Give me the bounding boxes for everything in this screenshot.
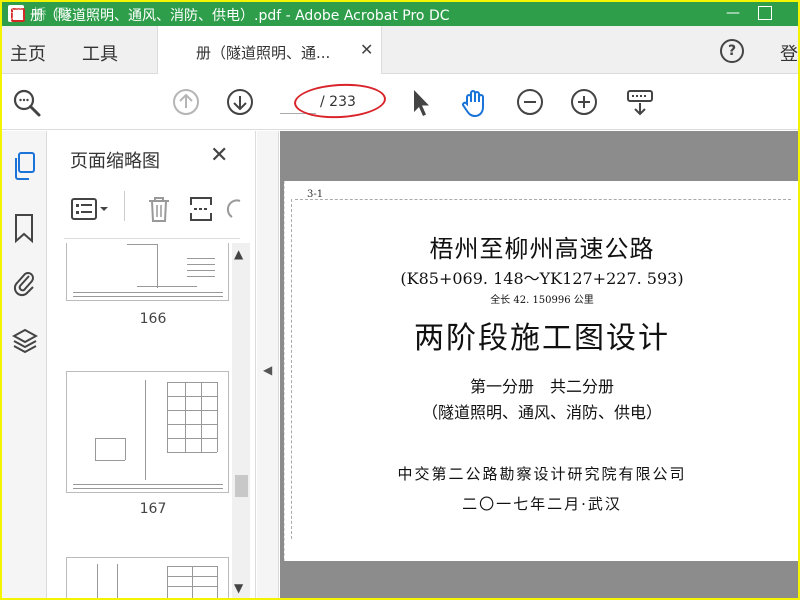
- main-title: 两阶段施工图设计: [414, 321, 670, 356]
- thumbnail-options-icon[interactable]: [70, 197, 110, 225]
- select-arrow-icon[interactable]: [410, 88, 432, 122]
- page-thumbnails-panel: 页面缩略图 ✕ 166 167 ▲ ▼: [48, 131, 256, 598]
- tab-document[interactable]: 册（隧道照明、通... ✕: [157, 26, 382, 74]
- volume-subtitle: （隧道照明、通风、消防、供电）: [421, 403, 662, 422]
- thumbnail-toolbar: [64, 185, 242, 239]
- chevron-up-icon[interactable]: ▲: [234, 247, 243, 261]
- page-border-top: [295, 199, 791, 200]
- publication-date: 二〇一七年二月·武汉: [462, 495, 622, 513]
- document-tab-label: 册（隧道照明、通...: [196, 44, 331, 62]
- menu-tab-bar: 主页 工具 册（隧道照明、通... ✕ ? 登: [2, 26, 798, 74]
- help-icon[interactable]: ?: [720, 39, 744, 63]
- maximize-button[interactable]: [758, 6, 772, 20]
- total-length: 全长 42. 150996 公里: [490, 295, 594, 306]
- bookmark-icon[interactable]: [12, 213, 36, 247]
- chevron-down-icon[interactable]: ▼: [234, 581, 243, 595]
- zoom-out-icon[interactable]: [516, 88, 544, 120]
- window-title: 册（隧道照明、通风、消防、供电）.pdf - Adobe Acrobat Pro…: [30, 8, 450, 24]
- minimize-button[interactable]: —: [724, 4, 742, 22]
- main-toolbar: / 233: [2, 74, 798, 130]
- tab-tools[interactable]: 工具: [82, 40, 118, 66]
- thumbnail-page-168[interactable]: [66, 557, 229, 598]
- scrollbar-thumb[interactable]: [235, 475, 248, 497]
- keyboard-scroll-icon[interactable]: [626, 88, 654, 122]
- thumbnail-page-166[interactable]: [66, 243, 229, 301]
- hand-tool-icon[interactable]: [460, 88, 490, 122]
- thumbnail-page-label: 166: [139, 311, 167, 327]
- pages-icon[interactable]: [12, 151, 38, 185]
- collapse-arrow-icon[interactable]: ◀: [263, 363, 272, 377]
- document-view[interactable]: 3-1 梧州至柳州高速公路 (K85+069. 148～YK127+227. 5…: [280, 131, 798, 598]
- thumbnail-scrollbar[interactable]: ▲ ▼: [232, 243, 250, 598]
- panel-collapse-handle[interactable]: ◀: [257, 131, 279, 598]
- insert-page-icon[interactable]: [188, 195, 214, 227]
- left-navigation-rail: [2, 131, 47, 598]
- tab-home[interactable]: 主页: [10, 40, 46, 66]
- close-icon[interactable]: ✕: [210, 143, 228, 168]
- title-bar: 道 桥 网 册（隧道照明、通风、消防、供电）.pdf - Adobe Acrob…: [2, 2, 798, 26]
- delete-icon[interactable]: [146, 195, 172, 227]
- project-title: 梧州至柳州高速公路: [429, 235, 655, 263]
- search-icon[interactable]: [12, 88, 42, 122]
- thumbnail-page-label: 167: [139, 501, 167, 517]
- page-down-icon[interactable]: [226, 88, 254, 120]
- close-tab-icon[interactable]: ✕: [360, 40, 373, 59]
- app-window: 道 桥 网 册（隧道照明、通风、消防、供电）.pdf - Adobe Acrob…: [2, 2, 798, 598]
- attachment-icon[interactable]: [12, 267, 36, 301]
- page-up-icon[interactable]: [172, 88, 200, 120]
- organization-name: 中交第二公路勘察设计研究院有限公司: [397, 465, 687, 483]
- panel-title: 页面缩略图: [70, 151, 160, 172]
- volume-info: 第一分册 共二分册: [469, 377, 614, 396]
- document-page: 3-1 梧州至柳州高速公路 (K85+069. 148～YK127+227. 5…: [284, 181, 798, 561]
- chainage-range: (K85+069. 148～YK127+227. 593): [400, 269, 684, 288]
- rotate-icon[interactable]: [226, 195, 242, 227]
- toolbar-divider: [124, 191, 125, 221]
- zoom-in-icon[interactable]: [570, 88, 598, 120]
- sign-in-link[interactable]: 登: [780, 40, 798, 66]
- thumbnail-page-167[interactable]: [66, 371, 229, 493]
- layers-icon[interactable]: [11, 327, 39, 361]
- thumbnail-list: 166 167: [48, 243, 232, 598]
